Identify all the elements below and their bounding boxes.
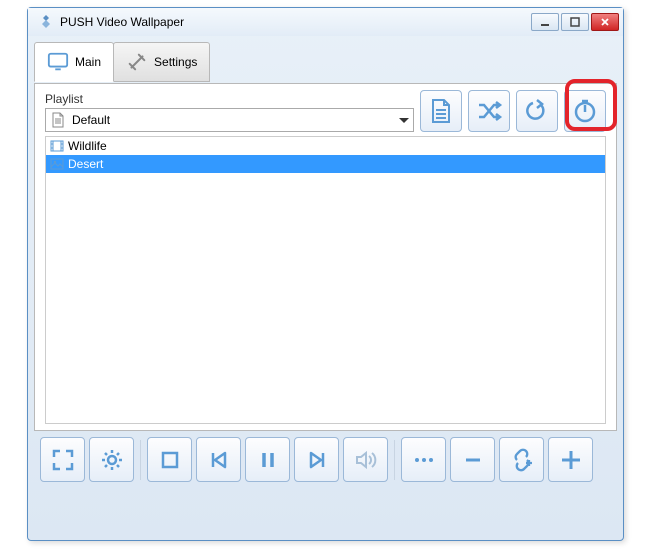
settings-button[interactable] bbox=[89, 437, 134, 482]
list-item[interactable]: Desert bbox=[46, 155, 605, 173]
add-link-button[interactable] bbox=[499, 437, 544, 482]
playlist-dropdown[interactable]: Default bbox=[45, 108, 414, 132]
next-button[interactable] bbox=[294, 437, 339, 482]
pause-icon bbox=[256, 448, 280, 472]
main-panel: Playlist Default bbox=[34, 83, 617, 431]
separator bbox=[140, 440, 141, 480]
fullscreen-button[interactable] bbox=[40, 437, 85, 482]
dropdown-caret-icon bbox=[399, 118, 409, 123]
close-button[interactable] bbox=[591, 13, 619, 31]
tab-main[interactable]: Main bbox=[34, 42, 114, 82]
add-button[interactable] bbox=[548, 437, 593, 482]
minimize-button[interactable] bbox=[531, 13, 559, 31]
add-icon bbox=[558, 447, 584, 473]
volume-icon bbox=[353, 447, 379, 473]
loop-icon bbox=[523, 97, 551, 125]
item-name: Wildlife bbox=[68, 139, 107, 153]
more-icon bbox=[412, 455, 436, 465]
stop-icon bbox=[158, 448, 182, 472]
separator bbox=[394, 440, 395, 480]
timer-button[interactable] bbox=[564, 90, 606, 132]
previous-icon bbox=[207, 448, 231, 472]
playlist-file-button[interactable] bbox=[420, 90, 462, 132]
client-area: Main Settings Playlist Default bbox=[28, 36, 623, 494]
playlist-row: Playlist Default bbox=[45, 90, 606, 132]
item-name: Desert bbox=[68, 157, 103, 171]
remove-icon bbox=[461, 448, 485, 472]
playlist-selected: Default bbox=[72, 113, 399, 127]
tab-settings[interactable]: Settings bbox=[113, 42, 210, 82]
video-file-icon bbox=[50, 139, 64, 153]
tab-main-label: Main bbox=[75, 55, 101, 69]
stop-button[interactable] bbox=[147, 437, 192, 482]
pause-button[interactable] bbox=[245, 437, 290, 482]
document-icon bbox=[427, 97, 455, 125]
titlebar: PUSH Video Wallpaper bbox=[28, 8, 623, 36]
window-title: PUSH Video Wallpaper bbox=[60, 15, 531, 29]
tab-settings-label: Settings bbox=[154, 55, 197, 69]
volume-button[interactable] bbox=[343, 437, 388, 482]
bottom-toolbar bbox=[34, 431, 617, 488]
tools-icon bbox=[126, 51, 148, 73]
playlist-label: Playlist bbox=[45, 92, 414, 106]
app-icon bbox=[38, 14, 54, 30]
fullscreen-icon bbox=[49, 446, 77, 474]
gear-icon bbox=[98, 446, 126, 474]
list-item[interactable]: Wildlife bbox=[46, 137, 605, 155]
window-controls bbox=[531, 13, 619, 31]
loop-button[interactable] bbox=[516, 90, 558, 132]
image-file-icon bbox=[50, 157, 64, 171]
document-icon bbox=[50, 112, 66, 128]
monitor-icon bbox=[47, 51, 69, 73]
remove-button[interactable] bbox=[450, 437, 495, 482]
previous-button[interactable] bbox=[196, 437, 241, 482]
more-button[interactable] bbox=[401, 437, 446, 482]
tab-bar: Main Settings bbox=[34, 42, 617, 82]
timer-icon bbox=[571, 97, 599, 125]
link-add-icon bbox=[508, 446, 536, 474]
shuffle-button[interactable] bbox=[468, 90, 510, 132]
shuffle-icon bbox=[475, 97, 503, 125]
maximize-button[interactable] bbox=[561, 13, 589, 31]
next-icon bbox=[305, 448, 329, 472]
app-window: PUSH Video Wallpaper Main Settings Playl… bbox=[27, 7, 624, 541]
playlist-items[interactable]: Wildlife Desert bbox=[45, 136, 606, 424]
